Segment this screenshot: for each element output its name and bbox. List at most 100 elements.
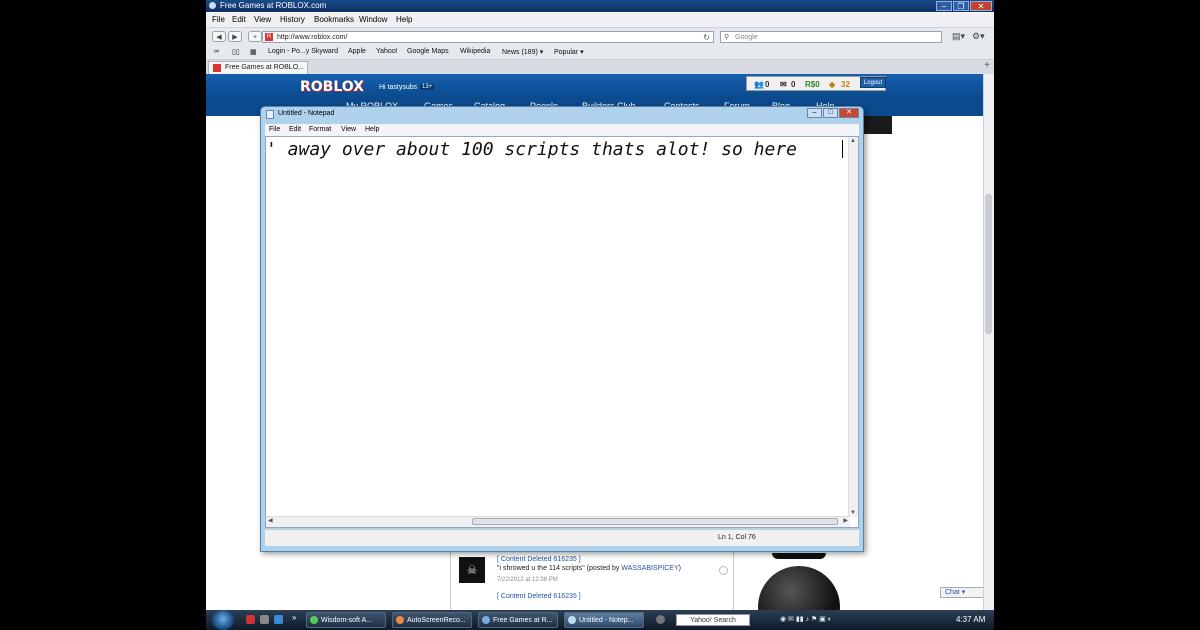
taskbar-item-label: Free Games at R...	[493, 617, 553, 624]
quicklaunch-media-icon[interactable]	[260, 615, 269, 624]
forward-button[interactable]: ▶	[228, 31, 242, 42]
chevron-right-icon[interactable]: »	[292, 613, 301, 622]
user-greeting[interactable]: Hi tastysubs	[379, 84, 417, 91]
taskbar-item-label: Wisdom-soft A...	[321, 617, 372, 624]
taskbar-item-notepad[interactable]: Untitled - Notep...	[564, 612, 644, 628]
friends-icon: 👥	[754, 80, 764, 89]
menu-edit[interactable]: Edit	[232, 15, 246, 24]
notepad-statusbar: Ln 1, Col 76	[265, 529, 859, 546]
search-input[interactable]: ⚲ Google	[720, 31, 942, 43]
reload-icon[interactable]: ↻	[703, 32, 710, 43]
taskbar-item-wisdom[interactable]: Wisdom-soft A...	[306, 612, 386, 628]
menu-view[interactable]: View	[254, 15, 271, 24]
cursor-position: Ln 1, Col 76	[718, 534, 756, 541]
clock[interactable]: 4:37 AM	[956, 615, 985, 624]
browser-menubar: File Edit View History Bookmarks Window …	[206, 13, 994, 28]
notepad-icon	[568, 616, 576, 624]
horizontal-scroll-thumb[interactable]	[472, 518, 838, 525]
back-button[interactable]: ◀	[212, 31, 226, 42]
avatar[interactable]: ☠	[459, 557, 485, 583]
roblox-logo[interactable]: ROBLOX	[300, 79, 364, 95]
scroll-up-icon[interactable]: ▲	[850, 138, 856, 144]
menu-help[interactable]: Help	[396, 15, 412, 24]
recorder-icon	[396, 616, 404, 624]
comment-date: 7/22/2012 at 12:38 PM	[497, 577, 558, 583]
taskbar-item-autoscreen[interactable]: AutoScreenReco...	[392, 612, 472, 628]
gear-icon[interactable]: ⚙▾	[972, 31, 985, 42]
bookmark-google-maps[interactable]: Google Maps	[407, 48, 449, 55]
reading-glasses-icon[interactable]: ∞	[214, 48, 219, 55]
info-icon[interactable]	[719, 566, 728, 575]
dark-shape	[772, 553, 826, 559]
deleted-comment-label: [ Content Deleted 616235 ]	[497, 556, 581, 563]
url-field[interactable]: R http://www.roblox.com/ ↻	[262, 31, 714, 43]
robux-count[interactable]: R$0	[805, 80, 820, 89]
tickets-count[interactable]: 32	[841, 80, 850, 89]
taskbar-item-browser[interactable]: Free Games at R...	[478, 612, 558, 628]
comment-user-link[interactable]: WASSABISPICEY	[621, 565, 678, 572]
deleted-comment-label: [ Content Deleted 616235 ]	[497, 593, 581, 600]
messages-count[interactable]: 0	[791, 80, 795, 89]
age-badge: 13+	[420, 84, 435, 90]
menu-bookmarks[interactable]: Bookmarks	[314, 15, 354, 24]
notepad-menu-view[interactable]: View	[341, 126, 356, 133]
comment-close: )	[678, 565, 681, 572]
menu-history[interactable]: History	[280, 15, 305, 24]
notepad-text-area[interactable]: ' away over about 100 scripts thats alot…	[265, 136, 859, 528]
minimize-button[interactable]: –	[936, 1, 952, 11]
menu-file[interactable]: File	[212, 15, 225, 24]
browser-icon	[482, 616, 490, 624]
scroll-down-icon[interactable]: ▼	[850, 510, 856, 516]
notepad-window: Untitled - Notepad – □ ✕ File Edit Forma…	[260, 106, 864, 552]
notepad-menu-help[interactable]: Help	[365, 126, 379, 133]
book-icon[interactable]: ▯▯	[232, 48, 240, 56]
start-button[interactable]	[212, 610, 234, 630]
scroll-right-icon[interactable]: ▶	[843, 517, 848, 524]
bookmark-login[interactable]: Login - Po...y Skyward	[268, 48, 338, 55]
quicklaunch-roblox-icon[interactable]	[246, 615, 255, 624]
page-menu-icon[interactable]: ▤▾	[952, 31, 965, 42]
notepad-close-button[interactable]: ✕	[839, 108, 859, 118]
messages-icon: ✉	[780, 80, 787, 89]
hp-icon[interactable]	[656, 615, 665, 624]
friends-count[interactable]: 0	[765, 80, 769, 89]
bookmark-news[interactable]: News (189) ▾	[502, 48, 543, 56]
notepad-menu-edit[interactable]: Edit	[289, 126, 301, 133]
notepad-horizontal-scrollbar[interactable]: ◀ ▶	[266, 516, 850, 527]
bookmark-yahoo[interactable]: Yahoo!	[376, 48, 398, 55]
notepad-minimize-button[interactable]: –	[807, 108, 822, 118]
maximize-button[interactable]: ❐	[953, 1, 969, 11]
add-bookmark-button[interactable]: +	[248, 31, 262, 42]
grid-icon[interactable]: ▦	[250, 48, 257, 56]
scroll-left-icon[interactable]: ◀	[268, 517, 273, 524]
chat-button[interactable]: Chat ▾	[940, 587, 984, 598]
close-button[interactable]: ✕	[970, 1, 992, 11]
tickets-icon: ◆	[829, 80, 836, 89]
notepad-menu-format[interactable]: Format	[309, 126, 331, 133]
bookmark-wikipedia[interactable]: Wikipedia	[460, 48, 490, 55]
page-scrollbar[interactable]	[983, 74, 994, 610]
taskbar: » Wisdom-soft A... AutoScreenReco... Fre…	[206, 610, 994, 630]
bookmark-apple[interactable]: Apple	[348, 48, 366, 55]
yahoo-search-box[interactable]: Yahoo! Search	[676, 614, 750, 626]
text-caret	[842, 140, 843, 158]
system-tray-icons[interactable]: ◉ ✉ ▮▮ ♪ ⚑ ▣ ◐	[780, 615, 832, 623]
roblox-favicon-icon: R	[265, 33, 273, 41]
notepad-vertical-scrollbar[interactable]: ▲ ▼	[848, 137, 858, 517]
quicklaunch-ie-icon[interactable]	[274, 615, 283, 624]
notepad-maximize-button[interactable]: □	[823, 108, 838, 118]
logout-button[interactable]: Logout	[860, 77, 886, 88]
notepad-content: ' away over about 100 scripts thats alot…	[266, 139, 798, 160]
browser-window-title: Free Games at ROBLOX.com	[220, 1, 327, 10]
tab-roblox[interactable]: Free Games at ROBLO...	[208, 61, 308, 74]
roblox-favicon-icon	[213, 64, 221, 72]
bookmark-popular[interactable]: Popular ▾	[554, 48, 584, 56]
notepad-menu-file[interactable]: File	[269, 126, 280, 133]
search-placeholder: Google	[735, 34, 758, 41]
taskbar-item-label: Untitled - Notep...	[579, 617, 634, 624]
menu-window[interactable]: Window	[359, 15, 387, 24]
wisdom-icon	[310, 616, 318, 624]
comment-text: "i shrowed u the 114 scripts" (posted by…	[497, 565, 681, 572]
page-scroll-thumb[interactable]	[985, 194, 992, 334]
new-tab-button[interactable]: +	[984, 60, 990, 71]
